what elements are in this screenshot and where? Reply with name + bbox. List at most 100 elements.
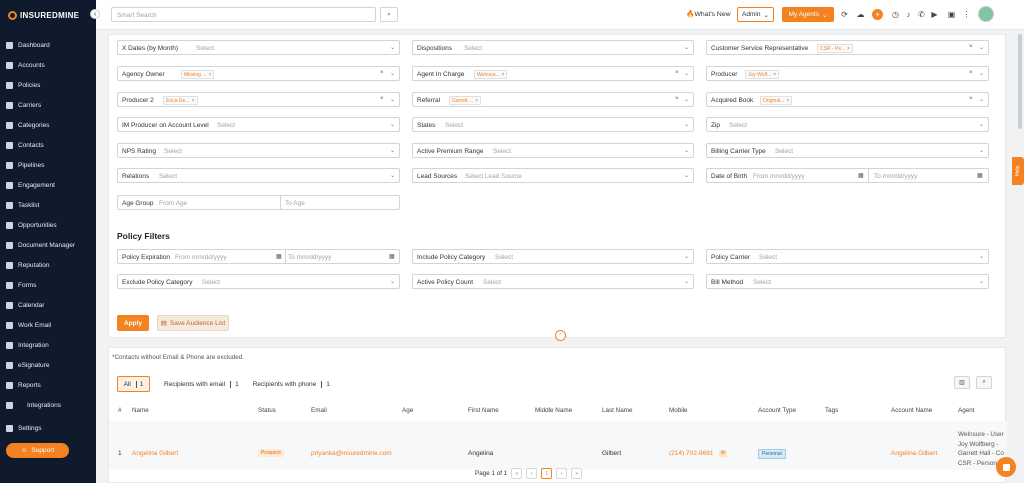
agency-owner-tag[interactable]: Missing ... × <box>181 69 215 79</box>
sidebar-item-integrations[interactable]: Integrations <box>6 398 61 412</box>
sidebar-item-carriers[interactable]: Carriers <box>6 98 41 112</box>
first-page-button[interactable]: « <box>511 468 523 479</box>
remove-tag-icon[interactable]: × <box>501 72 504 78</box>
agency-owner-select[interactable]: Agency Owner Missing ... × × ⌄ <box>117 66 400 81</box>
zip-select[interactable]: Zip Select ⌄ <box>706 117 989 132</box>
sidebar-item-contacts[interactable]: Contacts <box>6 138 44 152</box>
column-header[interactable]: Account Name <box>891 407 932 414</box>
sidebar-item-reports[interactable]: Reports <box>6 378 41 392</box>
sidebar-item-calendar[interactable]: Calendar <box>6 298 44 312</box>
expiration-to-input[interactable]: To mm/dd/yyyy <box>288 254 331 261</box>
clear-icon[interactable]: × <box>969 70 973 76</box>
current-page-button[interactable]: 1 <box>541 468 553 479</box>
csr-tag[interactable]: CSR - Pe... × <box>817 43 854 53</box>
refresh-icon[interactable]: ⟳ <box>840 10 849 19</box>
calendar-icon[interactable]: ▦ <box>276 253 282 260</box>
cell-mobile[interactable]: (214) 702-9691 <box>669 450 713 457</box>
referral-select[interactable]: Referral Garrett ... × × ⌄ <box>412 92 694 107</box>
last-page-button[interactable]: » <box>571 468 583 479</box>
remove-tag-icon[interactable]: × <box>847 46 850 52</box>
user-avatar[interactable] <box>978 6 994 22</box>
sidebar-item-pipelines[interactable]: Pipelines <box>6 158 44 172</box>
producer-tag[interactable]: Joy Wolf... × <box>745 69 780 79</box>
producer-2-tag[interactable]: Erica Ge... × <box>163 95 198 105</box>
search-button[interactable]: ⌕ <box>380 7 398 22</box>
save-audience-list-button[interactable]: ▤ Save Audience List <box>157 315 229 331</box>
sidebar-item-categories[interactable]: Categories <box>6 118 49 132</box>
producer-select[interactable]: Producer Joy Wolf... × × ⌄ <box>706 66 989 81</box>
table-row[interactable] <box>109 421 1007 470</box>
billing-carrier-type-select[interactable]: Billing Carrier Type Select ⌄ <box>706 143 989 158</box>
dob-from-input[interactable]: From mm/dd/yyyy <box>753 173 805 180</box>
column-header[interactable]: # <box>118 407 122 414</box>
cloud-sync-icon[interactable]: ☁ <box>856 10 865 19</box>
clear-icon[interactable]: × <box>969 96 973 102</box>
column-header[interactable]: Last Name <box>602 407 632 414</box>
remove-tag-icon[interactable]: × <box>475 98 478 104</box>
column-header[interactable]: Email <box>311 407 327 414</box>
column-header[interactable]: First Name <box>468 407 499 414</box>
producer-2-select[interactable]: Producer 2 Erica Ge... × × ⌄ <box>117 92 400 107</box>
search-input[interactable]: Smart Search <box>111 7 376 22</box>
add-icon[interactable]: + <box>872 9 883 20</box>
clear-icon[interactable]: × <box>380 96 384 102</box>
help-tab[interactable]: Help <box>1012 157 1024 185</box>
age-to-input[interactable]: To Age <box>285 200 305 207</box>
age-from-input[interactable]: From Age <box>159 200 187 207</box>
sidebar-item-dashboard[interactable]: Dashboard <box>6 38 50 52</box>
my-agents-dropdown[interactable]: My Agents ⌄ <box>782 7 834 22</box>
sidebar-item-policies[interactable]: Policies <box>6 78 40 92</box>
active-premium-range-select[interactable]: Active Premium Range Select ⌄ <box>412 143 694 158</box>
column-header[interactable]: Middle Name <box>535 407 572 414</box>
whats-new-link[interactable]: 🔥What's New <box>686 10 731 18</box>
clear-icon[interactable]: × <box>675 96 679 102</box>
acquired-book-tag[interactable]: Original... × <box>760 95 793 105</box>
calendar-icon[interactable]: ▦ <box>389 253 395 260</box>
active-policy-count-select[interactable]: Active Policy Count Select ⌄ <box>412 274 694 289</box>
phone-icon[interactable]: ✆ <box>917 10 926 19</box>
table-search-button[interactable]: ⌕ <box>976 376 992 389</box>
sidebar-item-integration[interactable]: Integration <box>6 338 49 352</box>
sidebar-item-document-manager[interactable]: Document Manager <box>6 238 75 252</box>
acquired-book-select[interactable]: Acquired Book Original... × × ⌄ <box>706 92 989 107</box>
x-dates-select[interactable]: X Dates (by Month) Select ⌄ <box>117 40 400 55</box>
remove-tag-icon[interactable]: × <box>786 98 789 104</box>
chip-icon[interactable]: ▣ <box>947 10 956 19</box>
clear-icon[interactable]: × <box>380 70 384 76</box>
bill-method-select[interactable]: Bill Method Select ⌄ <box>706 274 989 289</box>
remove-tag-icon[interactable]: × <box>773 72 776 78</box>
sidebar-item-opportunities[interactable]: Opportunities <box>6 218 57 232</box>
states-select[interactable]: States Select ⌄ <box>412 117 694 132</box>
grid-icon[interactable]: ⋮ <box>962 10 971 19</box>
column-header[interactable]: Name <box>132 407 149 414</box>
sidebar-item-accounts[interactable]: Accounts <box>6 58 45 72</box>
dispositions-select[interactable]: Dispositions Select ⌄ <box>412 40 694 55</box>
referral-tag[interactable]: Garrett ... × <box>449 95 482 105</box>
next-page-button[interactable]: › <box>556 468 568 479</box>
sidebar-item-engagement[interactable]: Engagement <box>6 178 55 192</box>
column-header[interactable]: Age <box>402 407 413 414</box>
column-header[interactable]: Account Type <box>758 407 796 414</box>
support-button[interactable]: ☺ Support <box>6 443 69 458</box>
column-header[interactable]: Status <box>258 407 276 414</box>
tab-all[interactable]: All 1 <box>117 376 150 392</box>
columns-button[interactable]: ▥ <box>954 376 970 389</box>
sidebar-item-settings[interactable]: Settings <box>6 421 42 435</box>
agent-in-charge-select[interactable]: Agent In Charge WeInsur... × × ⌄ <box>412 66 694 81</box>
exclude-policy-category-select[interactable]: Exclude Policy Category Select ⌄ <box>117 274 400 289</box>
bell-icon[interactable]: ♪ <box>904 10 913 19</box>
include-policy-category-select[interactable]: Include Policy Category Select ⌄ <box>412 249 694 264</box>
cell-email[interactable]: priyanka@insuredmine.com <box>311 450 392 457</box>
calendar-icon[interactable]: ▦ <box>977 172 983 179</box>
relations-select[interactable]: Relations Select ⌄ <box>117 168 400 183</box>
remove-tag-icon[interactable]: × <box>209 72 212 78</box>
apply-button[interactable]: Apply <box>117 315 149 331</box>
sidebar-item-tasklist[interactable]: Tasklist <box>6 198 39 212</box>
tab-email[interactable]: Recipients with email 1 <box>164 380 239 388</box>
sidebar-item-esignature[interactable]: eSignature <box>6 358 49 372</box>
policy-carrier-select[interactable]: Policy Carrier Select ⌄ <box>706 249 989 264</box>
column-header[interactable]: Mobile <box>669 407 688 414</box>
remove-tag-icon[interactable]: × <box>192 98 195 104</box>
message-icon[interactable]: ✉ <box>719 450 727 457</box>
cell-name[interactable]: Angelina Gilbert <box>132 450 178 457</box>
